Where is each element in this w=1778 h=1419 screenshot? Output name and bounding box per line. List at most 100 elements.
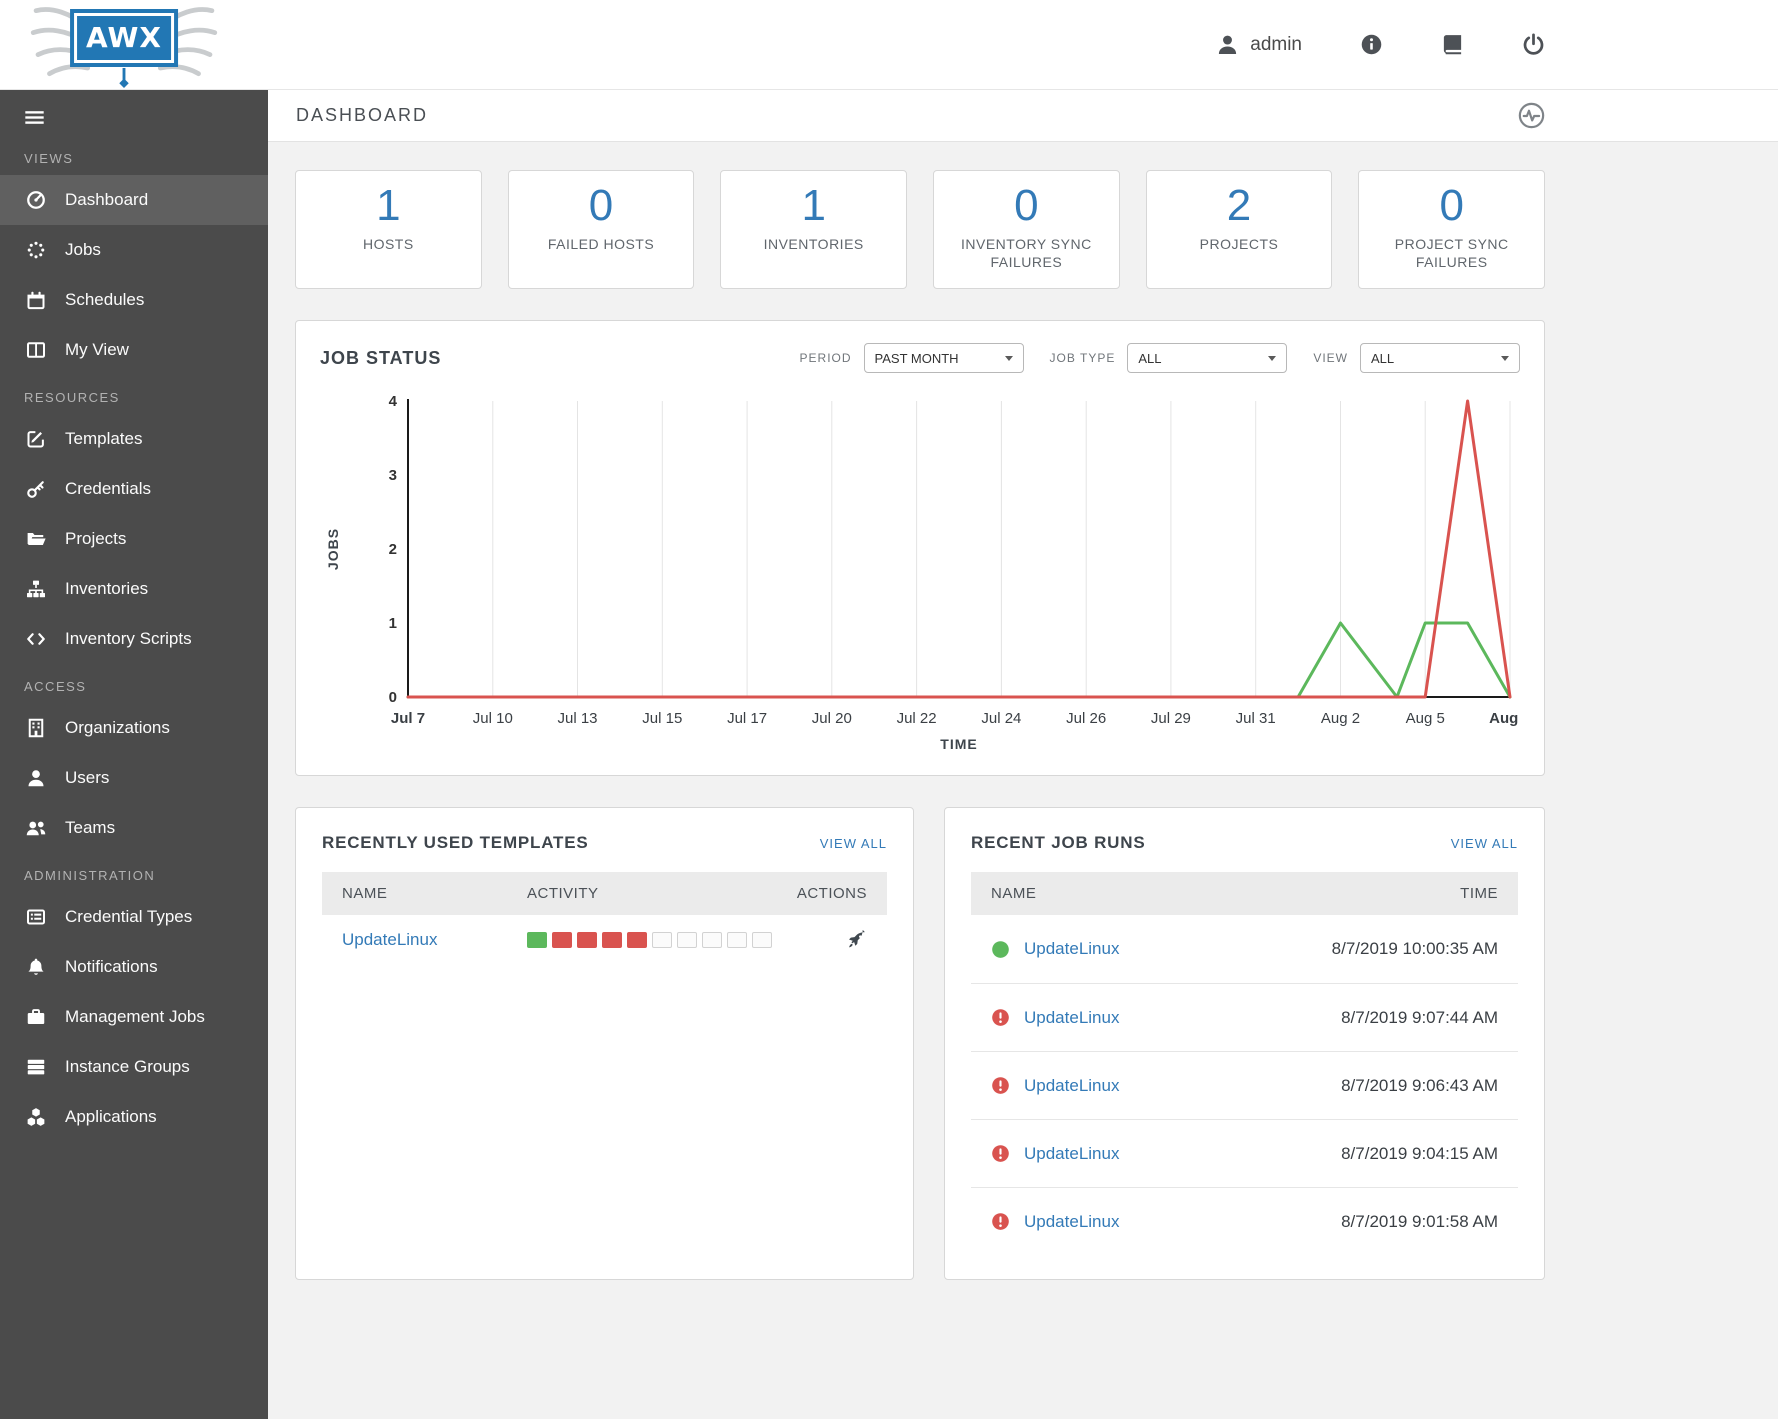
sidebar-item-projects[interactable]: Projects xyxy=(0,514,268,564)
stat-value: 1 xyxy=(801,181,826,230)
sidebar-item-label: Applications xyxy=(65,1107,157,1126)
sidebar-item-organizations[interactable]: Organizations xyxy=(0,703,268,753)
stat-label: FAILED HOSTS xyxy=(547,235,655,252)
job-run-name-link[interactable]: UpdateLinux xyxy=(1024,1008,1119,1028)
sidebar-item-label: Credentials xyxy=(65,479,151,498)
svg-text:Jul 17: Jul 17 xyxy=(727,710,767,727)
sidebar-item-management-jobs[interactable]: Management Jobs xyxy=(0,992,268,1042)
stat-value: 0 xyxy=(588,181,614,230)
awx-app: AWX admin VIEWS Dashboard Jobs Schedules My … xyxy=(0,0,1778,1419)
sidebar-item-label: Jobs xyxy=(65,240,101,259)
sidebar-item-credential-types[interactable]: Credential Types xyxy=(0,892,268,942)
sidebar-item-label: Users xyxy=(65,768,110,787)
sidebar-item-dashboard[interactable]: Dashboard xyxy=(0,175,268,225)
logout-power-button[interactable] xyxy=(1522,33,1545,56)
stat-label: PROJECTS xyxy=(1199,235,1279,252)
job-run-name-link[interactable]: UpdateLinux xyxy=(1024,1144,1119,1164)
list-alt-icon xyxy=(24,907,48,927)
sidebar-item-teams[interactable]: Teams xyxy=(0,803,268,853)
stat-value: 2 xyxy=(1226,181,1252,230)
sidebar-item-instance-groups[interactable]: Instance Groups xyxy=(0,1042,268,1092)
job-status-title: JOB STATUS xyxy=(320,347,442,368)
sidebar-item-applications[interactable]: Applications xyxy=(0,1092,268,1142)
sitemap-icon xyxy=(24,579,48,599)
about-info-button[interactable] xyxy=(1360,33,1383,56)
pencil-square-icon xyxy=(24,429,48,449)
sidebar-item-jobs[interactable]: Jobs xyxy=(0,225,268,275)
sidebar-item-users[interactable]: Users xyxy=(0,753,268,803)
launch-template-button[interactable] xyxy=(847,930,867,950)
stat-value: 0 xyxy=(1439,181,1464,230)
templates-view-all-link[interactable]: VIEW ALL xyxy=(820,836,887,851)
job-run-name-link[interactable]: UpdateLinux xyxy=(1024,1212,1119,1232)
docs-book-button[interactable] xyxy=(1441,33,1464,56)
svg-text:Jul 13: Jul 13 xyxy=(557,710,597,727)
sidebar-item-my-view[interactable]: My View xyxy=(0,325,268,375)
menu-toggle-button[interactable] xyxy=(0,90,69,136)
awx-logo[interactable]: AWX xyxy=(24,1,224,89)
job-status-failed-icon xyxy=(991,1076,1010,1095)
topbar-actions: admin xyxy=(1216,33,1545,56)
stat-label: PROJECT SYNC FAILURES xyxy=(1394,235,1509,271)
user-menu[interactable]: admin xyxy=(1216,33,1302,56)
sidebar-item-inventories[interactable]: Inventories xyxy=(0,564,268,614)
job-status-chart: 0 1 2 3 4 Jul 7 Jul 10 Jul 13 Jul 15 Jul 17 Jul 20… xyxy=(320,385,1522,757)
sidebar-item-label: Schedules xyxy=(65,290,145,309)
select-value: PAST MONTH xyxy=(874,350,959,366)
jobs-panel-title: RECENT JOB RUNS xyxy=(971,833,1146,853)
svg-text:Jul 15: Jul 15 xyxy=(642,710,682,727)
sidebar-item-label: Dashboard xyxy=(65,190,149,209)
breadcrumb-bar: DASHBOARD xyxy=(268,90,1778,142)
sidebar-item-label: Credential Types xyxy=(65,907,193,926)
jobs-col-time: TIME xyxy=(1460,885,1498,903)
chevron-down-icon xyxy=(1004,355,1013,361)
sidebar-item-credentials[interactable]: Credentials xyxy=(0,464,268,514)
stats-row: 1 HOSTS 0 FAILED HOSTS 1 INVENTORIES 0 INVENTOR… xyxy=(295,170,1546,290)
sidebar-item-templates[interactable]: Templates xyxy=(0,414,268,464)
job-status-failed-icon xyxy=(991,1144,1010,1163)
folder-open-icon xyxy=(24,529,48,549)
dashboard-content: 1 HOSTS 0 FAILED HOSTS 1 INVENTORIES 0 INVENTOR… xyxy=(268,142,1546,1320)
sidebar-item-label: Organizations xyxy=(65,718,170,737)
nav-section-views: VIEWS xyxy=(24,151,74,166)
templates-table-header: NAME ACTIVITY ACTIONS xyxy=(322,872,887,916)
svg-text:Jul 29: Jul 29 xyxy=(1151,710,1191,727)
svg-text:Jul 31: Jul 31 xyxy=(1236,710,1276,727)
stat-card-failed-hosts[interactable]: 0 FAILED HOSTS xyxy=(507,170,695,290)
sidebar-item-inventory-scripts[interactable]: Inventory Scripts xyxy=(0,614,268,664)
sidebar-item-label: Management Jobs xyxy=(65,1007,205,1026)
activity-stream-button[interactable] xyxy=(1518,102,1545,129)
job-run-name-link[interactable]: UpdateLinux xyxy=(1024,1076,1119,1096)
code-icon xyxy=(24,629,48,649)
logo-badge: AWX xyxy=(70,8,178,67)
sidebar-item-label: Instance Groups xyxy=(65,1057,190,1076)
chevron-down-icon xyxy=(1501,355,1509,361)
job-status-filters: PERIOD PAST MONTH JOB TYPE ALL VIEW ALL xyxy=(774,343,1520,374)
building-icon xyxy=(24,718,48,738)
recent-jobs-panel: RECENT JOB RUNS VIEW ALL NAME TIME Update… xyxy=(944,807,1545,1281)
template-name-link[interactable]: UpdateLinux xyxy=(342,930,527,950)
stat-card-hosts[interactable]: 1 HOSTS xyxy=(295,170,482,290)
stat-card-projects[interactable]: 2 PROJECTS xyxy=(1145,170,1333,290)
job-run-time: 8/7/2019 9:06:43 AM xyxy=(1341,1075,1498,1095)
templates-col-name: NAME xyxy=(342,885,388,903)
sidebar-item-schedules[interactable]: Schedules xyxy=(0,275,268,325)
period-select[interactable]: PAST MONTH xyxy=(863,343,1024,374)
view-select[interactable]: ALL xyxy=(1360,343,1520,374)
sidebar-item-notifications[interactable]: Notifications xyxy=(0,942,268,992)
stat-card-inventories[interactable]: 1 INVENTORIES xyxy=(720,170,908,290)
svg-text:1: 1 xyxy=(389,615,397,632)
activity-square-none xyxy=(652,932,672,949)
jobs-table-body: UpdateLinux 8/7/2019 10:00:35 AM UpdateLin… xyxy=(971,915,1518,1255)
columns-icon xyxy=(24,340,48,360)
stat-card-project-sync-failures[interactable]: 0 PROJECT SYNC FAILURES xyxy=(1358,170,1546,290)
stat-card-inventory-sync-failures[interactable]: 0 INVENTORY SYNC FAILURES xyxy=(933,170,1120,290)
nav-section-administration: ADMINISTRATION xyxy=(24,868,156,883)
job-run-name-link[interactable]: UpdateLinux xyxy=(1024,939,1119,959)
jobs-icon xyxy=(24,240,48,260)
jobs-view-all-link[interactable]: VIEW ALL xyxy=(1451,836,1518,851)
activity-square-none xyxy=(677,932,697,949)
job-type-select[interactable]: ALL xyxy=(1127,343,1288,374)
job-run-time: 8/7/2019 9:07:44 AM xyxy=(1341,1007,1498,1027)
job-status-header: JOB STATUS PERIOD PAST MONTH JOB TYPE ALL VI… xyxy=(320,343,1520,374)
